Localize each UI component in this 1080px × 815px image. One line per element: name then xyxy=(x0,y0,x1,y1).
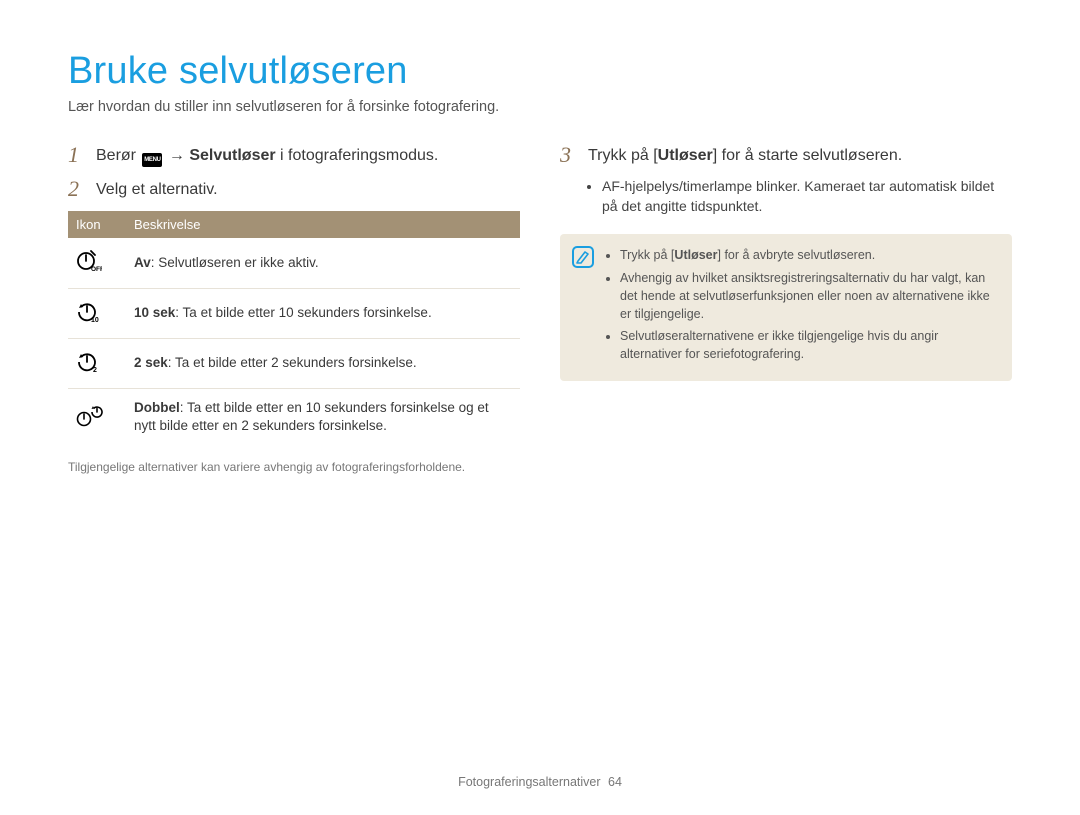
cell-desc: Dobbel: Ta ett bilde etter en 10 sekunde… xyxy=(126,389,520,446)
page-subtitle: Lær hvordan du stiller inn selvutløseren… xyxy=(68,99,1012,115)
right-column: 3 Trykk på [Utløser] for å starte selvut… xyxy=(560,143,1012,476)
list-item: Avhengig av hvilket ansiktsregistrerings… xyxy=(620,269,998,323)
table-row: OFF Av: Selvutløseren er ikke aktiv. xyxy=(68,238,520,288)
footer-page-number: 64 xyxy=(608,775,622,789)
left-column: 1 Berør MENU → Selvutløser i fotograferi… xyxy=(68,143,520,476)
cell-desc: 2 sek: Ta et bilde etter 2 sekunders for… xyxy=(126,338,520,388)
opt-rest: : Selvutløseren er ikke aktiv. xyxy=(151,255,319,270)
svg-text:2: 2 xyxy=(93,367,97,373)
step-number: 1 xyxy=(68,143,96,167)
page-footer: Fotograferingsalternativer 64 xyxy=(0,775,1080,789)
text: ] for å avbryte selvutløseren. xyxy=(718,248,876,262)
arrow-icon: → xyxy=(164,147,189,164)
note-icon xyxy=(572,246,594,268)
text: Berør xyxy=(96,147,140,164)
footnote-text: Tilgjengelige alternativer kan variere a… xyxy=(68,459,520,475)
bold-text: Selvutløser xyxy=(189,147,275,164)
list-item: Trykk på [Utløser] for å avbryte selvutl… xyxy=(620,246,998,264)
page-title: Bruke selvutløseren xyxy=(68,50,1012,93)
cell-desc: 10 sek: Ta et bilde etter 10 sekunders f… xyxy=(126,288,520,338)
step-1: 1 Berør MENU → Selvutløser i fotograferi… xyxy=(68,143,520,167)
step-2: 2 Velg et alternativ. xyxy=(68,177,520,201)
opt-rest: : Ta ett bilde etter en 10 sekunders for… xyxy=(134,400,489,433)
table-row: Dobbel: Ta ett bilde etter en 10 sekunde… xyxy=(68,389,520,446)
step-text: Berør MENU → Selvutløser i fotografering… xyxy=(96,143,438,167)
menu-icon: MENU xyxy=(142,153,162,167)
text: ] for å starte selvutløseren. xyxy=(713,147,902,164)
timer-10s-icon: 10 xyxy=(76,299,102,323)
step-number: 2 xyxy=(68,177,96,201)
note-list: Trykk på [Utløser] for å avbryte selvutl… xyxy=(604,246,998,367)
text: Trykk på [ xyxy=(588,147,658,164)
svg-text:OFF: OFF xyxy=(91,266,102,272)
opt-name: 2 sek xyxy=(134,355,168,370)
opt-name: Dobbel xyxy=(134,400,180,415)
text: i fotograferingsmodus. xyxy=(276,147,439,164)
bold-text: Utløser xyxy=(674,248,717,262)
table-row: 2 2 sek: Ta et bilde etter 2 sekunders f… xyxy=(68,338,520,388)
cell-icon: 2 xyxy=(68,338,126,388)
opt-name: Av xyxy=(134,255,151,270)
step-3-bullets: AF-hjelpelys/timerlampe blinker. Kamerae… xyxy=(560,177,1012,216)
timer-off-icon: OFF xyxy=(76,248,102,272)
cell-icon: 10 xyxy=(68,288,126,338)
step-text: Trykk på [Utløser] for å starte selvutlø… xyxy=(588,143,902,167)
bold-text: Utløser xyxy=(658,147,713,164)
list-item: Selvutløseralternativene er ikke tilgjen… xyxy=(620,327,998,363)
th-icon: Ikon xyxy=(68,211,126,238)
step-3: 3 Trykk på [Utløser] for å starte selvut… xyxy=(560,143,1012,167)
cell-desc: Av: Selvutløseren er ikke aktiv. xyxy=(126,238,520,288)
options-table: Ikon Beskrivelse OFF Av: Selvutløseren e… xyxy=(68,211,520,445)
opt-rest: : Ta et bilde etter 10 sekunders forsink… xyxy=(175,305,431,320)
cell-icon xyxy=(68,389,126,446)
cell-icon: OFF xyxy=(68,238,126,288)
footer-section: Fotograferingsalternativer xyxy=(458,775,600,789)
opt-name: 10 sek xyxy=(134,305,175,320)
table-row: 10 10 sek: Ta et bilde etter 10 sekunder… xyxy=(68,288,520,338)
step-number: 3 xyxy=(560,143,588,167)
list-item: AF-hjelpelys/timerlampe blinker. Kamerae… xyxy=(602,177,1012,216)
timer-double-icon xyxy=(76,403,104,427)
opt-rest: : Ta et bilde etter 2 sekunders forsinke… xyxy=(168,355,417,370)
svg-text:10: 10 xyxy=(91,317,99,323)
th-desc: Beskrivelse xyxy=(126,211,520,238)
step-text: Velg et alternativ. xyxy=(96,177,218,201)
note-box: Trykk på [Utløser] for å avbryte selvutl… xyxy=(560,234,1012,381)
timer-2s-icon: 2 xyxy=(76,349,102,373)
text: Trykk på [ xyxy=(620,248,674,262)
